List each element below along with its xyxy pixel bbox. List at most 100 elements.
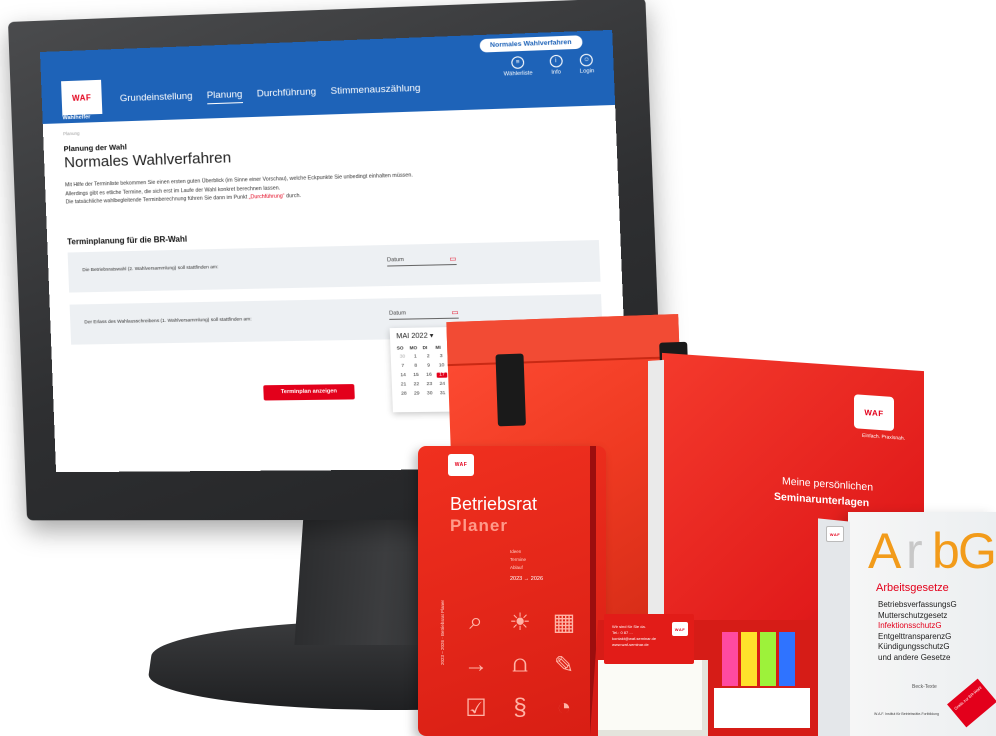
calendar-day[interactable]: 30	[397, 355, 408, 360]
calendar-day[interactable]: 1	[410, 354, 421, 359]
calendar-day[interactable]: 31	[437, 391, 448, 396]
note-pad	[714, 688, 810, 728]
datepicker-month-label: MAI 2022	[396, 333, 428, 341]
calendar-icon: ▦	[546, 608, 582, 637]
lid-logo: WAF	[672, 622, 688, 636]
logo-text: WAF	[72, 93, 92, 103]
folder-title-2: Seminarunterlagen	[774, 491, 869, 510]
flag-blue	[779, 632, 795, 686]
lawbook-item: und andere Gesetze	[878, 653, 957, 664]
calendar-day[interactable]: 10	[436, 363, 447, 368]
logo-caption: Wahlhelfer	[62, 114, 90, 121]
lawbook-letter: G	[958, 522, 996, 580]
calendar-icon[interactable]: ▭	[449, 254, 456, 262]
lawbook-item: InfektionsschutzG	[878, 621, 957, 632]
lawbook-letter: r	[906, 522, 923, 580]
weekday-header: MI	[435, 345, 446, 350]
nav-stimmenauszaehlung[interactable]: Stimmenauszählung	[330, 83, 420, 100]
mode-badge[interactable]: Normales Wahlverfahren	[479, 35, 582, 52]
calendar-day[interactable]: 7	[397, 364, 408, 369]
chevron-down-icon[interactable]: ▾	[430, 332, 434, 339]
lawbook-item: BetriebsverfassungsG	[878, 600, 957, 611]
nav-planung[interactable]: Planung	[207, 89, 243, 104]
intro-text: Mit Hilfe der Terminliste bekommen Sie e…	[65, 166, 597, 207]
calendar-day[interactable]: 30	[424, 391, 435, 396]
date-row-label: Die Betriebsratswahl (2. Wahlversammlung…	[82, 265, 218, 273]
folder-tagline: Einfach. Praxisnah.	[862, 433, 905, 442]
planner-logo: WAF	[448, 454, 474, 476]
calendar-day[interactable]: 21	[398, 382, 409, 387]
show-schedule-button[interactable]: Terminplan anzeigen	[263, 384, 355, 400]
date-placeholder: Datum	[387, 256, 404, 263]
weekday-header: SO	[397, 345, 408, 350]
main-content: Planung Planung der Wahl Normales Wahlve…	[63, 114, 603, 344]
lawbook-publisher: Beck-Texte	[912, 684, 937, 690]
lid-text: Wir sind für Sie da. Tel.: 0 87 ... kont…	[612, 624, 656, 648]
bag-strap	[495, 353, 525, 426]
calendar-day[interactable]: 24	[437, 382, 448, 387]
calendar-day[interactable]: 29	[411, 391, 422, 396]
date-row-label: Der Erlass des Wahlausschreibens (1. Wah…	[84, 317, 252, 325]
clock-icon: ◔	[546, 694, 582, 723]
calendar-day[interactable]: 9	[423, 363, 434, 368]
user-icon: ☺	[580, 54, 593, 67]
flag-green	[760, 632, 776, 686]
folder-spine	[648, 360, 664, 651]
waf-logo[interactable]: WAF	[61, 80, 102, 115]
calendar-day[interactable]: 22	[411, 382, 422, 387]
lightbulb-icon: ☀	[502, 608, 538, 637]
header-action-login[interactable]: ☺ Login	[579, 54, 594, 75]
lawbook-letter: A	[868, 522, 901, 580]
calendar-day[interactable]: 17	[436, 372, 447, 377]
flag-pink	[722, 632, 738, 686]
calendar-day[interactable]: 16	[423, 373, 434, 378]
product-collage: Normales Wahlverfahren ≡ Wählerliste i I…	[0, 0, 996, 736]
planner-title-2: Planer	[450, 516, 508, 536]
note-cube	[598, 660, 708, 736]
lawbook-item: EntgelttransparenzG	[878, 632, 957, 643]
main-nav: Grundeinstellung Planung Durchführung St…	[120, 83, 421, 108]
check-icon: ☑	[458, 694, 494, 723]
lawbook-logo: WAF	[826, 526, 844, 542]
header-actions: ≡ Wählerliste i Info ☺ Login	[503, 54, 595, 78]
info-icon: i	[549, 55, 562, 68]
calendar-icon[interactable]: ▭	[451, 308, 458, 316]
lawbook-letter: b	[932, 522, 960, 580]
calendar-day[interactable]: 14	[398, 373, 409, 378]
calendar-day[interactable]: 15	[411, 373, 422, 378]
date-input-ausschreiben[interactable]: Datum ▭	[389, 309, 459, 320]
header-action-info[interactable]: i Info	[549, 55, 563, 76]
lawbook-badge: Gratis zur BR-Wahl	[947, 679, 996, 728]
sticky-flags	[722, 632, 795, 686]
folder-logo: WAF	[854, 394, 894, 431]
planner-book: WAF Betriebsrat Planer Ideen Termine Abl…	[418, 446, 606, 736]
planner-spine-text: 2023 – 2026 · Betriebsrat Planer	[440, 600, 445, 665]
law-book: WAF A r b G Arbeitsgesetze Betriebsverfa…	[848, 512, 996, 736]
search-icon: ⌕	[458, 608, 494, 637]
calendar-day[interactable]: 8	[410, 364, 421, 369]
flag-yellow	[741, 632, 757, 686]
calendar-day[interactable]: 23	[424, 382, 435, 387]
nav-durchfuehrung[interactable]: Durchführung	[257, 86, 317, 102]
lawbook-item: KündigungsschutzG	[878, 642, 957, 653]
arrow-right-icon: →	[458, 651, 494, 680]
header-action-label: Login	[580, 68, 595, 75]
lawbook-spine	[818, 518, 850, 736]
header-action-wahlerliste[interactable]: ≡ Wählerliste	[503, 56, 533, 78]
pen-icon: ✎	[546, 651, 582, 680]
calendar-day[interactable]: 3	[436, 354, 447, 359]
logo-text: WAF	[830, 532, 840, 537]
lawbook-contents: BetriebsverfassungsG Mutterschutzgesetz …	[878, 600, 957, 663]
date-input-wahl[interactable]: Datum ▭	[387, 255, 457, 266]
sticky-box-lid: Wir sind für Sie da. Tel.: 0 87 ... kont…	[604, 614, 694, 664]
calendar-day[interactable]: 28	[398, 392, 409, 397]
durchfuehrung-link[interactable]: „Durchführung“	[249, 193, 285, 200]
planner-icon-grid: ⌕ ☀ ▦ → ⩍ ✎ ☑ § ◔	[458, 608, 582, 723]
header-action-label: Wählerliste	[503, 70, 532, 77]
header-action-label: Info	[551, 69, 561, 76]
calendar-day[interactable]: 2	[423, 354, 434, 359]
paragraph-icon: §	[502, 694, 538, 723]
planner-title-1: Betriebsrat	[450, 494, 537, 515]
nav-grundeinstellung[interactable]: Grundeinstellung	[120, 91, 193, 108]
date-placeholder: Datum	[389, 310, 406, 316]
